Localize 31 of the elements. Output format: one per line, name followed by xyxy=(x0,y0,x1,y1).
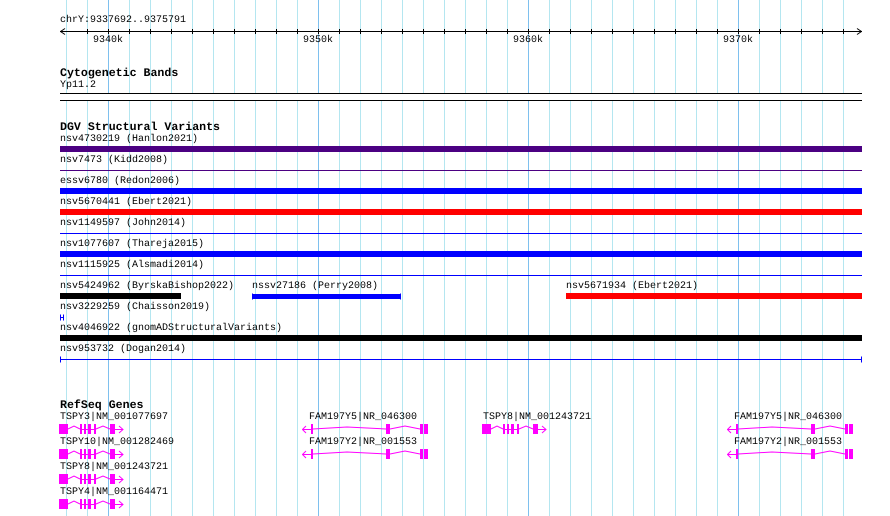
gene-label: FAM197Y2|NR_001553 xyxy=(309,437,418,448)
gene-label: TSPY3|NM_001077697 xyxy=(60,412,168,423)
tick-label: 9370k xyxy=(723,35,753,46)
track-title: DGV Structural Variants xyxy=(60,122,220,134)
feature-label: nsv4046922 (gnomADStructuralVariants) xyxy=(60,323,282,334)
tick-label: 9360k xyxy=(513,35,543,46)
feature-label: nsv5424962 (ByrskaBishop2022) xyxy=(60,281,234,292)
gene-label: FAM197Y5|NR_046300 xyxy=(734,412,842,423)
track-title: Cytogenetic Bands xyxy=(60,68,178,80)
feature-label: nsv953732 (Dogan2014) xyxy=(60,344,186,355)
feature-label: nsv1077607 (Thareja2015) xyxy=(60,239,204,250)
tick-label: 9340k xyxy=(93,35,123,46)
gene-label: TSPY8|NM_001243721 xyxy=(60,462,168,473)
gene-label: FAM197Y2|NR_001553 xyxy=(734,437,842,448)
band-label: Yp11.2 xyxy=(60,80,96,91)
feature-label: nsv4730219 (Hanlon2021) xyxy=(60,134,198,145)
gene-label: TSPY10|NM_001282469 xyxy=(60,437,174,448)
location-label: chrY:9337692..9375791 xyxy=(60,15,186,26)
gene-label: FAM197Y5|NR_046300 xyxy=(309,412,418,423)
feature-label: nsv1115925 (Alsmadi2014) xyxy=(60,260,204,271)
feature-label: nsv5670441 (Ebert2021) xyxy=(60,197,192,208)
feature-label: nsv7473 (Kidd2008) xyxy=(60,155,168,166)
feature-label: essv6780 (Redon2006) xyxy=(60,176,180,187)
feature-label: nsv5671934 (Ebert2021) xyxy=(566,281,698,292)
gene-label: TSPY8|NM_001243721 xyxy=(483,412,592,423)
feature-label: nssv27186 (Perry2008) xyxy=(252,281,378,292)
gene-label: TSPY4|NM_001164471 xyxy=(60,487,168,498)
tick-label: 9350k xyxy=(303,35,333,46)
feature-label: nsv3229259 (Chaisson2019) xyxy=(60,302,210,313)
feature-label: nsv1149597 (John2014) xyxy=(60,218,186,229)
track-title: RefSeq Genes xyxy=(60,400,144,412)
